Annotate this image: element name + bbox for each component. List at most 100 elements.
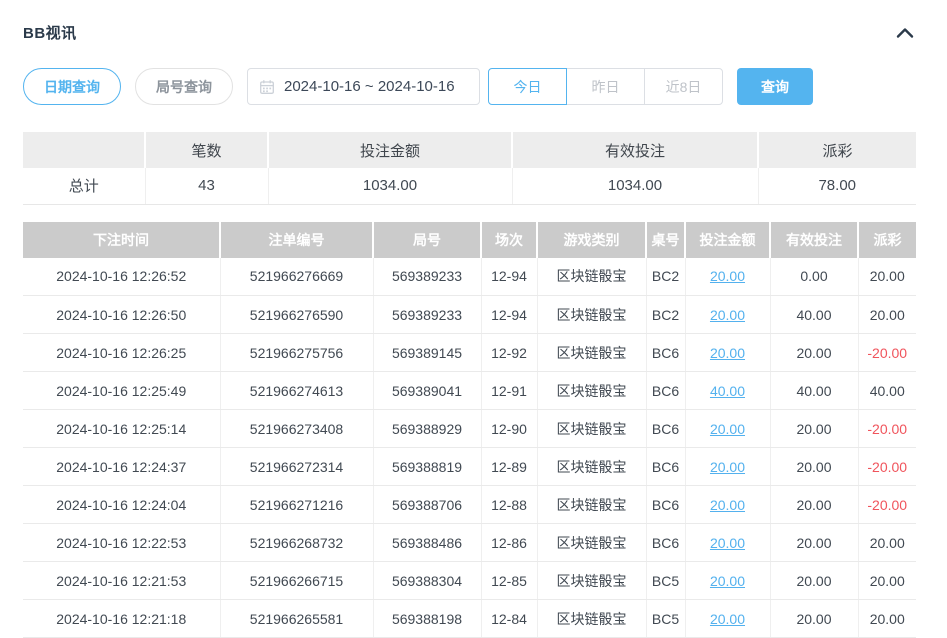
session-cell: 12-92	[481, 334, 537, 372]
round-id-cell: 569389233	[373, 258, 481, 296]
records-header-valid-bet: 有效投注	[770, 222, 858, 258]
page-title: BB视讯	[23, 22, 77, 43]
bet-amount-link[interactable]: 20.00	[710, 611, 745, 627]
session-cell: 12-88	[481, 486, 537, 524]
search-button[interactable]: 查询	[737, 68, 813, 105]
payout-cell: -20.00	[858, 486, 916, 524]
game-category-cell: 区块链骰宝	[537, 334, 646, 372]
table-id-cell: BC6	[646, 486, 685, 524]
quick-range-group: 今日 昨日 近8日	[488, 68, 723, 105]
date-range-input[interactable]: 2024-10-16 ~ 2024-10-16	[247, 68, 480, 105]
records-header-session: 场次	[481, 222, 537, 258]
bet-amount-link[interactable]: 20.00	[710, 497, 745, 513]
game-category-cell: 区块链骰宝	[537, 296, 646, 334]
valid-bet-cell: 20.00	[770, 334, 858, 372]
bet-id-cell: 521966272314	[220, 448, 373, 486]
panel-title-bar: BB视讯	[23, 0, 916, 43]
bet-id-cell: 521966275756	[220, 334, 373, 372]
round-id-cell: 569388198	[373, 600, 481, 638]
bet-amount-cell: 20.00	[685, 486, 770, 524]
bet-time-cell: 2024-10-16 12:25:49	[23, 372, 220, 410]
table-id-cell: BC6	[646, 410, 685, 448]
table-id-cell: BC2	[646, 258, 685, 296]
bet-amount-link[interactable]: 20.00	[710, 268, 745, 284]
payout-cell: -20.00	[858, 410, 916, 448]
round-id-cell: 569389145	[373, 334, 481, 372]
summary-bet-amount-value: 1034.00	[268, 168, 512, 204]
bet-id-cell: 521966273408	[220, 410, 373, 448]
bet-amount-cell: 20.00	[685, 334, 770, 372]
bet-id-cell: 521966271216	[220, 486, 373, 524]
table-row: 2024-10-16 12:22:53521966268732569388486…	[23, 524, 916, 562]
bet-amount-cell: 20.00	[685, 562, 770, 600]
valid-bet-cell: 20.00	[770, 410, 858, 448]
bet-amount-link[interactable]: 20.00	[710, 345, 745, 361]
last-8-days-button[interactable]: 近8日	[644, 68, 723, 105]
bet-amount-cell: 40.00	[685, 372, 770, 410]
bet-amount-cell: 20.00	[685, 410, 770, 448]
records-header-bet-time: 下注时间	[23, 222, 220, 258]
round-id-cell: 569388929	[373, 410, 481, 448]
table-id-cell: BC6	[646, 372, 685, 410]
collapse-button[interactable]	[894, 25, 916, 41]
game-category-cell: 区块链骰宝	[537, 448, 646, 486]
valid-bet-cell: 20.00	[770, 486, 858, 524]
bet-amount-link[interactable]: 20.00	[710, 459, 745, 475]
game-category-cell: 区块链骰宝	[537, 486, 646, 524]
table-row: 2024-10-16 12:24:37521966272314569388819…	[23, 448, 916, 486]
bet-time-cell: 2024-10-16 12:26:52	[23, 258, 220, 296]
bet-amount-link[interactable]: 20.00	[710, 573, 745, 589]
bet-time-cell: 2024-10-16 12:24:37	[23, 448, 220, 486]
payout-cell: 20.00	[858, 524, 916, 562]
valid-bet-cell: 40.00	[770, 296, 858, 334]
bet-id-cell: 521966266715	[220, 562, 373, 600]
game-category-cell: 区块链骰宝	[537, 372, 646, 410]
bet-amount-link[interactable]: 40.00	[710, 383, 745, 399]
records-header-row: 下注时间注单编号局号场次游戏类别桌号投注金额有效投注派彩	[23, 222, 916, 258]
bet-amount-link[interactable]: 20.00	[710, 307, 745, 323]
game-category-cell: 区块链骰宝	[537, 562, 646, 600]
payout-cell: 20.00	[858, 600, 916, 638]
records-body: 2024-10-16 12:26:52521966276669569389233…	[23, 258, 916, 638]
bet-amount-link[interactable]: 20.00	[710, 535, 745, 551]
round-id-cell: 569388304	[373, 562, 481, 600]
summary-table: 笔数 投注金额 有效投注 派彩 总计 43 1034.00 1034.00 78…	[23, 132, 916, 205]
records-header-game-category: 游戏类别	[537, 222, 646, 258]
session-cell: 12-90	[481, 410, 537, 448]
session-cell: 12-86	[481, 524, 537, 562]
calendar-icon	[259, 79, 275, 95]
bet-id-cell: 521966268732	[220, 524, 373, 562]
session-cell: 12-89	[481, 448, 537, 486]
records-header-bet-id: 注单编号	[220, 222, 373, 258]
chevron-up-icon	[896, 27, 914, 42]
today-button[interactable]: 今日	[488, 68, 567, 105]
records-header-bet-amount: 投注金额	[685, 222, 770, 258]
round-id-cell: 569388706	[373, 486, 481, 524]
round-query-tab[interactable]: 局号查询	[135, 68, 233, 105]
summary-header-payout: 派彩	[758, 132, 916, 168]
table-row: 2024-10-16 12:26:25521966275756569389145…	[23, 334, 916, 372]
bet-time-cell: 2024-10-16 12:25:14	[23, 410, 220, 448]
date-query-tab[interactable]: 日期查询	[23, 68, 121, 105]
records-header-payout: 派彩	[858, 222, 916, 258]
payout-cell: -20.00	[858, 334, 916, 372]
summary-payout-value: 78.00	[758, 168, 916, 204]
bet-time-cell: 2024-10-16 12:26:25	[23, 334, 220, 372]
table-id-cell: BC6	[646, 524, 685, 562]
bet-amount-link[interactable]: 20.00	[710, 421, 745, 437]
records-header-table-id: 桌号	[646, 222, 685, 258]
game-category-cell: 区块链骰宝	[537, 410, 646, 448]
session-cell: 12-94	[481, 258, 537, 296]
bet-amount-cell: 20.00	[685, 600, 770, 638]
bb-video-panel: BB视讯 日期查询 局号查询 2024-10-16 ~ 2024-10-16	[0, 0, 947, 638]
round-id-cell: 569388819	[373, 448, 481, 486]
table-row: 2024-10-16 12:26:50521966276590569389233…	[23, 296, 916, 334]
bet-amount-cell: 20.00	[685, 258, 770, 296]
bet-time-cell: 2024-10-16 12:21:18	[23, 600, 220, 638]
game-category-cell: 区块链骰宝	[537, 600, 646, 638]
round-id-cell: 569389041	[373, 372, 481, 410]
yesterday-button[interactable]: 昨日	[566, 68, 645, 105]
table-row: 2024-10-16 12:21:18521966265581569388198…	[23, 600, 916, 638]
summary-header-row: 笔数 投注金额 有效投注 派彩	[23, 132, 916, 168]
bet-amount-cell: 20.00	[685, 448, 770, 486]
